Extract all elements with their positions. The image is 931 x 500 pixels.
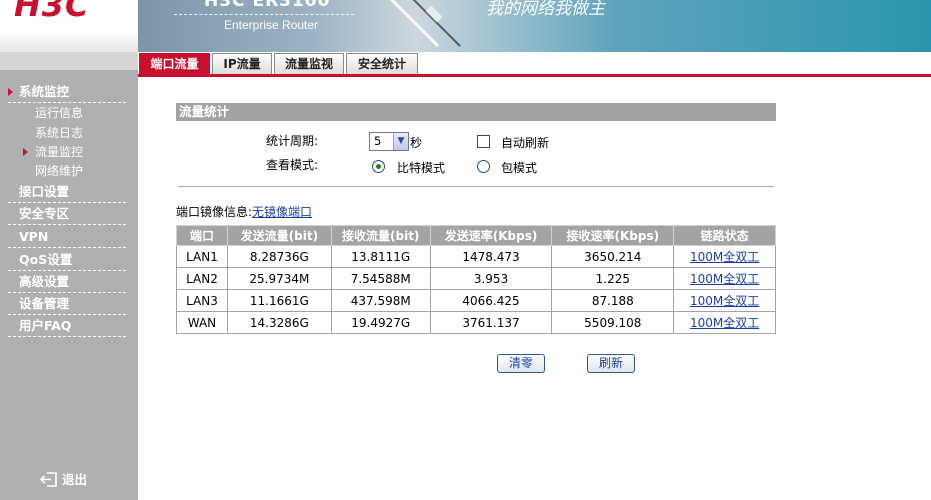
tab-port-traffic[interactable]: 端口流量	[139, 53, 210, 76]
sidebar-item-vpn[interactable]: VPN	[8, 227, 126, 248]
tab-bar: 端口流量 IP流量 流量监视 安全统计	[138, 52, 931, 78]
cell-rx-traffic: 437.598M	[330, 289, 431, 312]
logout-icon	[40, 472, 57, 487]
auto-refresh-checkbox[interactable]	[477, 135, 490, 148]
link-status-link[interactable]: 100M全双工	[690, 250, 759, 264]
sidebar-item-faq[interactable]: 用户FAQ	[8, 316, 126, 337]
cell-port: LAN3	[176, 289, 228, 312]
refresh-button[interactable]: 刷新	[587, 354, 635, 373]
header: H3C H3C ER3100 Enterprise Router 我的网络我做主	[0, 0, 931, 52]
bit-mode-radio[interactable]	[372, 160, 385, 173]
cell-rx-traffic: 19.4927G	[330, 311, 431, 334]
sidebar-subitem-network-maintenance[interactable]: 网络维护	[35, 162, 83, 180]
sidebar-item-security-zone[interactable]: 安全专区	[8, 204, 126, 225]
sidebar-item-system-monitor[interactable]: 系统监控	[8, 82, 126, 103]
network-cable-art	[389, 0, 461, 48]
cell-rx-rate: 5509.108	[551, 311, 675, 334]
period-select[interactable]: 5 ▼	[369, 132, 409, 151]
auto-refresh-label: 自动刷新	[501, 136, 550, 150]
link-status-link[interactable]: 100M全双工	[690, 272, 759, 286]
arrow-right-icon	[8, 88, 13, 96]
cell-rx-rate: 3650.214	[551, 245, 675, 268]
cell-link-status: 100M全双工	[673, 289, 776, 312]
tab-traffic-watch[interactable]: 流量监视	[274, 53, 344, 75]
tab-ip-traffic[interactable]: IP流量	[212, 53, 272, 75]
table-row: LAN1 8.28736G 13.8111G 1478.473 3650.214…	[176, 245, 776, 268]
tab-security-stats[interactable]: 安全统计	[346, 53, 418, 75]
col-header-link-status: 链路状态	[673, 225, 776, 246]
cell-port: LAN2	[176, 267, 228, 290]
col-header-rx-traffic: 接收流量(bit)	[330, 225, 431, 246]
logout-label: 退出	[62, 472, 88, 487]
table-row: LAN3 11.1661G 437.598M 4066.425 87.188 1…	[176, 289, 776, 312]
col-header-rx-rate: 接收速率(Kbps)	[551, 225, 675, 246]
cell-tx-rate: 3.953	[429, 267, 553, 290]
sidebar-top	[0, 52, 138, 70]
banner-divider	[174, 14, 354, 15]
clear-button[interactable]: 清零	[497, 354, 545, 373]
table-row: LAN2 25.9734M 7.54588M 3.953 1.225 100M全…	[176, 267, 776, 290]
packet-mode-label: 包模式	[501, 161, 538, 175]
divider	[178, 186, 774, 187]
banner: H3C ER3100 Enterprise Router 我的网络我做主	[138, 0, 931, 52]
banner-subtitle: Enterprise Router	[224, 18, 319, 32]
cell-rx-rate: 87.188	[551, 289, 675, 312]
link-status-link[interactable]: 100M全双工	[690, 294, 759, 308]
cell-rx-traffic: 13.8111G	[330, 245, 431, 268]
col-header-port: 端口	[176, 225, 228, 246]
chevron-down-icon[interactable]: ▼	[393, 133, 408, 150]
tab-underline	[138, 74, 931, 77]
col-header-tx-traffic: 发送流量(bit)	[226, 225, 332, 246]
cell-tx-rate: 4066.425	[429, 289, 553, 312]
cell-link-status: 100M全双工	[673, 311, 776, 334]
col-header-tx-rate: 发送速率(Kbps)	[429, 225, 553, 246]
table-row: WAN 14.3286G 19.4927G 3761.137 5509.108 …	[176, 311, 776, 334]
sidebar-item-advanced[interactable]: 高级设置	[8, 272, 126, 293]
logout-button[interactable]: 退出	[40, 471, 87, 489]
banner-slogan: 我的网络我做主	[486, 0, 605, 19]
h3c-logo: H3C	[14, 0, 90, 24]
period-label: 统计周期:	[266, 134, 319, 148]
table-header-row: 端口 发送流量(bit) 接收流量(bit) 发送速率(Kbps) 接收速率(K…	[176, 225, 776, 246]
mirror-link[interactable]: 无镜像端口	[252, 205, 312, 219]
sidebar-subitem-traffic-monitor[interactable]: 流量监控	[23, 143, 84, 161]
banner-model: H3C ER3100	[204, 0, 331, 11]
cell-port: LAN1	[176, 245, 228, 268]
period-value: 5	[374, 134, 382, 148]
sidebar-item-qos[interactable]: QoS设置	[8, 250, 126, 271]
sidebar: 系统监控 运行信息 系统日志 流量监控 网络维护 接口设置 安全专区 VPN Q…	[0, 52, 138, 500]
cell-tx-traffic: 25.9734M	[226, 267, 332, 290]
cell-tx-traffic: 14.3286G	[226, 311, 332, 334]
arrow-right-icon	[23, 148, 28, 156]
sidebar-item-interface[interactable]: 接口设置	[8, 182, 126, 203]
cell-rx-rate: 1.225	[551, 267, 675, 290]
cell-tx-traffic: 8.28736G	[226, 245, 332, 268]
cell-tx-rate: 3761.137	[429, 311, 553, 334]
sidebar-subitem-run-info[interactable]: 运行信息	[35, 104, 83, 122]
cell-port: WAN	[176, 311, 228, 334]
period-unit: 秒	[410, 136, 423, 150]
sidebar-item-device-management[interactable]: 设备管理	[8, 294, 126, 315]
packet-mode-radio[interactable]	[477, 160, 490, 173]
sidebar-subitem-system-log[interactable]: 系统日志	[35, 124, 83, 142]
link-status-link[interactable]: 100M全双工	[690, 316, 759, 330]
mirror-label: 端口镜像信息:	[176, 205, 253, 219]
mirror-info: 端口镜像信息:无镜像端口	[176, 204, 312, 220]
port-traffic-table: 端口 发送流量(bit) 接收流量(bit) 发送速率(Kbps) 接收速率(K…	[176, 225, 776, 334]
sidebar-item-label: 系统监控	[19, 84, 70, 99]
cell-link-status: 100M全双工	[673, 245, 776, 268]
cell-rx-traffic: 7.54588M	[330, 267, 431, 290]
cell-link-status: 100M全双工	[673, 267, 776, 290]
bit-mode-label: 比特模式	[397, 161, 446, 175]
logo-area: H3C	[0, 0, 138, 52]
cell-tx-traffic: 11.1661G	[226, 289, 332, 312]
view-mode-label: 查看模式:	[266, 158, 319, 172]
sidebar-subitem-label: 流量监控	[35, 145, 84, 159]
cell-tx-rate: 1478.473	[429, 245, 553, 268]
section-title: 流量统计	[176, 103, 776, 121]
